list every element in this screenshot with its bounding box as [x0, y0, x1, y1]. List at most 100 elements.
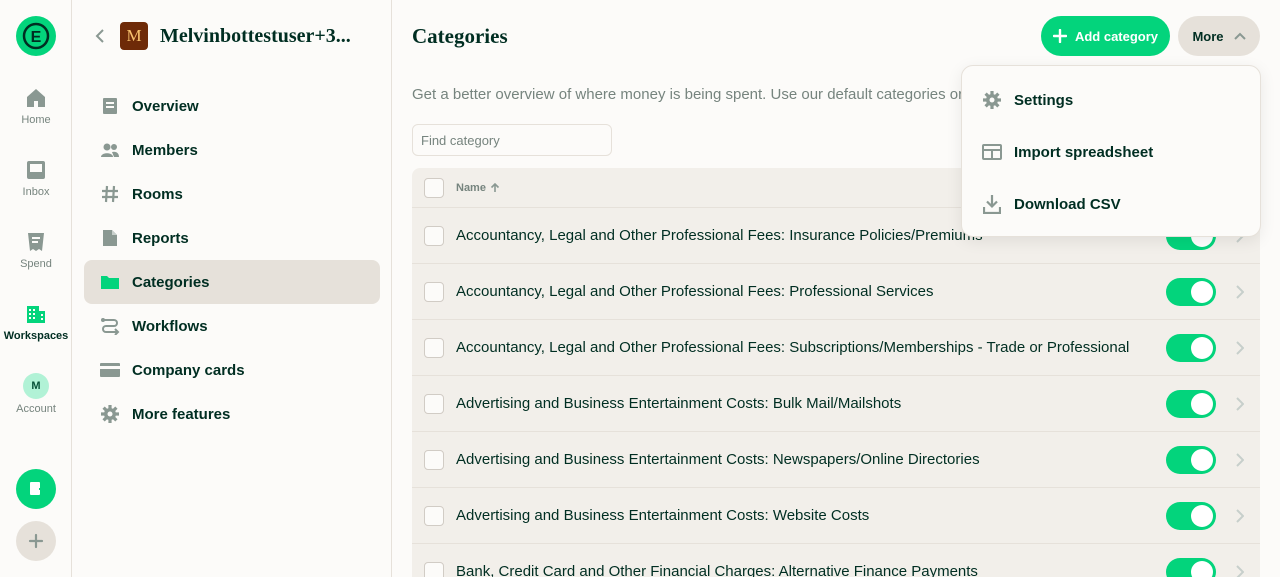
- rail-item-label: Account: [16, 403, 56, 415]
- receipt-icon: [28, 233, 44, 251]
- table-row[interactable]: Advertising and Business Entertainment C…: [412, 376, 1260, 432]
- inbox-icon: [27, 161, 45, 179]
- plus-icon: [28, 533, 44, 549]
- home-icon: [27, 89, 45, 107]
- row-checkbox[interactable]: [424, 337, 444, 358]
- enabled-toggle[interactable]: [1166, 278, 1216, 306]
- menu-item-label: Reports: [132, 229, 189, 247]
- expensify-logo[interactable]: E: [16, 16, 56, 56]
- menu-item-label: Members: [132, 141, 198, 159]
- menu-item-label: Overview: [132, 97, 199, 115]
- rail-item-label: Inbox: [22, 186, 50, 198]
- document-icon: [103, 98, 117, 114]
- table-row[interactable]: Accountancy, Legal and Other Professiona…: [412, 320, 1260, 376]
- avatar: M: [23, 373, 49, 399]
- category-name: Accountancy, Legal and Other Professiona…: [456, 339, 1130, 356]
- workspace-sidebar: M Melvinbottestuser+3... Overview Member…: [72, 0, 392, 577]
- plus-icon: [1052, 29, 1067, 43]
- page-description: Get a better overview of where money is …: [412, 86, 964, 103]
- download-icon: [983, 195, 1001, 214]
- category-name: Advertising and Business Entertainment C…: [456, 451, 980, 468]
- menu-item-settings[interactable]: Settings: [962, 74, 1260, 126]
- menu-item-workflows[interactable]: Workflows: [84, 304, 380, 348]
- building-icon: [27, 306, 45, 323]
- menu-item-import-spreadsheet[interactable]: Import spreadsheet: [962, 126, 1260, 178]
- table-row[interactable]: Accountancy, Legal and Other Professiona…: [412, 264, 1260, 320]
- table-icon: [982, 144, 1002, 160]
- table-row[interactable]: Advertising and Business Entertainment C…: [412, 432, 1260, 488]
- arrow-up-icon: [490, 182, 500, 192]
- svg-text:E: E: [31, 29, 42, 46]
- rail-item-spend[interactable]: Spend: [0, 230, 72, 270]
- more-label: More: [1192, 28, 1224, 44]
- menu-item-rooms[interactable]: Rooms: [84, 172, 380, 216]
- row-checkbox[interactable]: [424, 449, 444, 470]
- rail-item-label: Home: [21, 114, 51, 126]
- search-input[interactable]: [412, 124, 612, 156]
- gear-icon: [101, 405, 119, 423]
- table-row[interactable]: Bank, Credit Card and Other Financial Ch…: [412, 544, 1260, 577]
- menu-item-reports[interactable]: Reports: [84, 216, 380, 260]
- more-button[interactable]: More: [1178, 16, 1260, 56]
- menu-item-label: Download CSV: [1014, 195, 1121, 213]
- menu-item-label: Categories: [132, 273, 210, 291]
- menu-item-label: More features: [132, 405, 231, 423]
- menu-item-label: Settings: [1014, 91, 1074, 109]
- page-title: Categories: [412, 24, 508, 48]
- more-menu-popover: Settings Import spreadsheet Download CSV: [961, 65, 1261, 237]
- category-name: Advertising and Business Entertainment C…: [456, 507, 870, 524]
- new-expense-button[interactable]: [16, 469, 56, 509]
- add-category-label: Add category: [1074, 28, 1159, 44]
- menu-item-label: Import spreadsheet: [1014, 143, 1154, 161]
- enabled-toggle[interactable]: [1166, 558, 1216, 577]
- menu-item-more-features[interactable]: More features: [84, 392, 380, 436]
- users-icon: [101, 143, 119, 157]
- row-checkbox[interactable]: [424, 561, 444, 577]
- back-button[interactable]: [88, 24, 112, 48]
- rail-item-label: Spend: [20, 258, 52, 270]
- row-checkbox[interactable]: [424, 505, 444, 526]
- category-name: Advertising and Business Entertainment C…: [456, 395, 902, 412]
- enabled-toggle[interactable]: [1166, 446, 1216, 474]
- menu-item-categories[interactable]: Categories: [84, 260, 380, 304]
- compose-icon: [30, 482, 44, 495]
- category-name: Accountancy, Legal and Other Professiona…: [456, 283, 934, 300]
- chevron-right-icon: [1230, 338, 1250, 358]
- table-row[interactable]: Advertising and Business Entertainment C…: [412, 488, 1260, 544]
- menu-item-members[interactable]: Members: [84, 128, 380, 172]
- rail-item-label: Workspaces: [3, 330, 69, 342]
- menu-item-download-csv[interactable]: Download CSV: [962, 178, 1260, 230]
- workspace-header: M Melvinbottestuser+3...: [88, 20, 351, 52]
- workspace-avatar: M: [120, 22, 148, 50]
- rail-item-account[interactable]: M Account: [0, 373, 72, 415]
- select-all-checkbox[interactable]: [424, 177, 444, 198]
- chevron-left-icon: [95, 29, 104, 43]
- category-name: Accountancy, Legal and Other Professiona…: [456, 227, 983, 244]
- rail-item-home[interactable]: Home: [0, 86, 72, 126]
- column-header-name[interactable]: Name: [456, 182, 500, 194]
- row-checkbox[interactable]: [424, 281, 444, 302]
- chevron-right-icon: [1230, 282, 1250, 302]
- enabled-toggle[interactable]: [1166, 390, 1216, 418]
- row-checkbox[interactable]: [424, 225, 444, 246]
- card-icon: [100, 363, 120, 377]
- create-button[interactable]: [16, 521, 56, 561]
- add-category-button[interactable]: Add category: [1041, 16, 1170, 56]
- rail-item-workspaces[interactable]: Workspaces: [0, 302, 72, 342]
- enabled-toggle[interactable]: [1166, 334, 1216, 362]
- row-checkbox[interactable]: [424, 393, 444, 414]
- workspace-name: Melvinbottestuser+3...: [160, 24, 351, 47]
- chevron-up-icon: [1233, 32, 1246, 40]
- workspace-menu: Overview Members Rooms Reports Categorie…: [84, 84, 380, 436]
- logo-icon: E: [22, 22, 50, 50]
- category-name: Bank, Credit Card and Other Financial Ch…: [456, 563, 978, 577]
- navigation-rail: E Home Inbox Spend Workspaces M Account: [0, 0, 72, 577]
- file-icon: [103, 230, 117, 246]
- rail-item-inbox[interactable]: Inbox: [0, 158, 72, 198]
- menu-item-overview[interactable]: Overview: [84, 84, 380, 128]
- enabled-toggle[interactable]: [1166, 502, 1216, 530]
- chevron-right-icon: [1230, 450, 1250, 470]
- chevron-right-icon: [1230, 562, 1250, 577]
- menu-item-label: Company cards: [132, 361, 245, 379]
- menu-item-company-cards[interactable]: Company cards: [84, 348, 380, 392]
